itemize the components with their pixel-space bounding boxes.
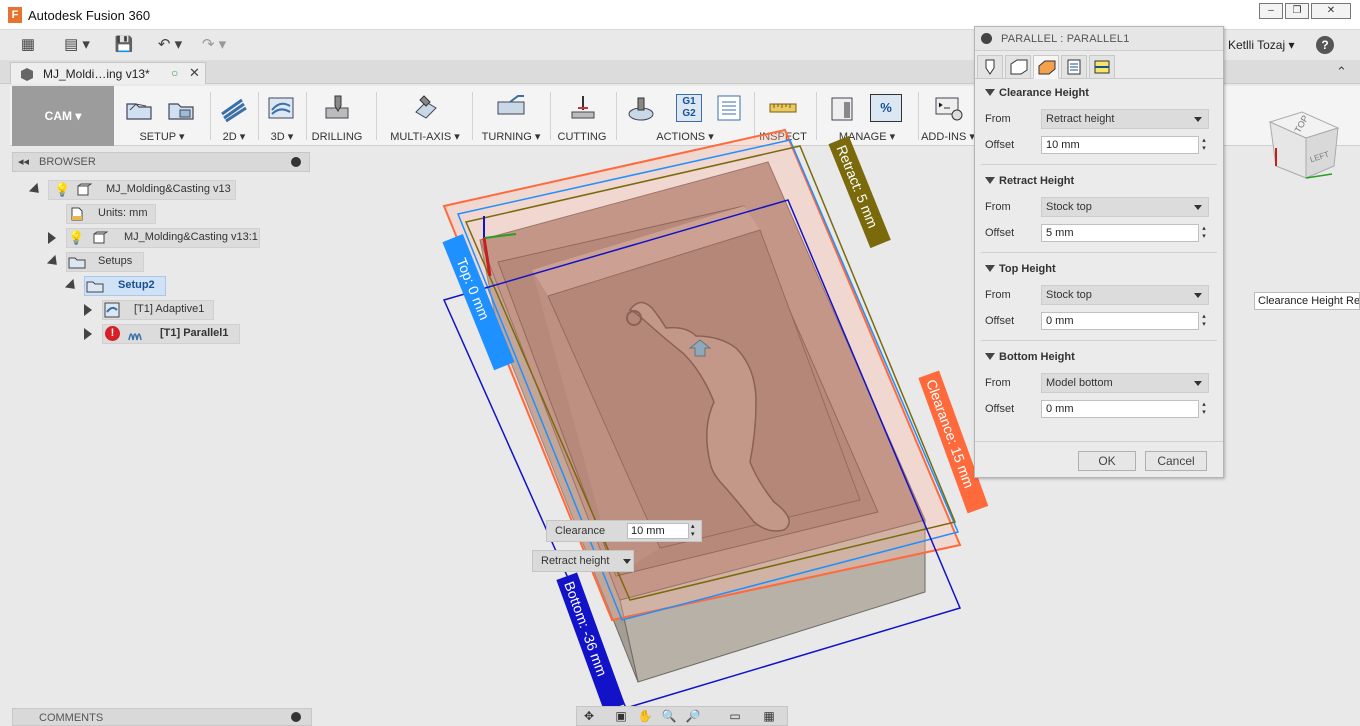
- section-collapse-icon[interactable]: [985, 353, 995, 360]
- orbit-icon[interactable]: ✥: [581, 709, 597, 723]
- bottom-from-select[interactable]: Model bottom: [1041, 373, 1209, 393]
- dialog-tabs: [975, 53, 1223, 79]
- clearance-spinner[interactable]: ▴ ▾: [691, 523, 695, 539]
- section-collapse-icon[interactable]: [985, 265, 995, 272]
- section-divider: [981, 252, 1217, 253]
- retract-floating-dropdown[interactable]: Retract height: [532, 550, 634, 572]
- retract-offset-input[interactable]: 5 mm: [1041, 224, 1199, 242]
- retract-from-select[interactable]: Stock top: [1041, 197, 1209, 217]
- clearance-plane: [442, 128, 962, 622]
- section-divider: [981, 164, 1217, 165]
- retract-offset-spinner[interactable]: ▴ ▾: [1199, 225, 1209, 243]
- passes-tab-icon: [1067, 59, 1081, 75]
- tooltip: Clearance Height Ref: [1254, 292, 1360, 310]
- clearance-value-input[interactable]: 10 mm: [627, 523, 689, 539]
- retract-floating-label: Retract height: [541, 555, 610, 567]
- tab-geometry[interactable]: [1005, 55, 1031, 79]
- top-offset-label: Offset: [985, 315, 1015, 327]
- tab-heights[interactable]: [1033, 55, 1059, 79]
- clearance-floating-input: Clearance 10 mm ▴ ▾: [546, 520, 702, 542]
- bottom-height-title[interactable]: Bottom Height: [999, 351, 1075, 363]
- retract-height-tag: Retract: 5 mm: [828, 136, 891, 249]
- fit-icon[interactable]: 🔎: [685, 709, 701, 723]
- clearance-offset-input[interactable]: 10 mm: [1041, 136, 1199, 154]
- bottom-offset-input[interactable]: 0 mm: [1041, 400, 1199, 418]
- view-cube[interactable]: TOP LEFT: [1262, 104, 1346, 188]
- clearance-height-title[interactable]: Clearance Height: [999, 87, 1089, 99]
- chevron-down-icon: [623, 559, 631, 564]
- dialog-title: PARALLEL : PARALLEL1: [1001, 33, 1130, 45]
- parallel-dialog: PARALLEL : PARALLEL1 Clearance Height Fr…: [974, 26, 1224, 478]
- clearance-floating-label: Clearance: [555, 525, 606, 537]
- top-from-label: From: [985, 289, 1011, 301]
- navigation-bar: ✥ ▣ ✋ 🔍 🔎 ▭ ▦: [576, 706, 788, 726]
- bottom-offset-label: Offset: [985, 403, 1015, 415]
- clearance-from-label: From: [985, 113, 1011, 125]
- tab-linking[interactable]: [1089, 55, 1115, 79]
- geometry-tab-icon: [1010, 59, 1028, 75]
- bottom-from-label: From: [985, 377, 1011, 389]
- dialog-collapse-icon[interactable]: [981, 33, 992, 44]
- section-divider: [981, 340, 1217, 341]
- section-collapse-icon[interactable]: [985, 177, 995, 184]
- top-offset-spinner[interactable]: ▴ ▾: [1199, 313, 1209, 331]
- retract-from-label: From: [985, 201, 1011, 213]
- tab-tool[interactable]: [977, 55, 1003, 79]
- retract-offset-label: Offset: [985, 227, 1015, 239]
- top-from-select[interactable]: Stock top: [1041, 285, 1209, 305]
- retract-height-label: Retract: 5 mm: [833, 143, 881, 230]
- top-height-title[interactable]: Top Height: [999, 263, 1056, 275]
- top-offset-input[interactable]: 0 mm: [1041, 312, 1199, 330]
- grid-settings-icon[interactable]: ▦: [761, 709, 777, 723]
- display-settings-icon[interactable]: ▭: [727, 709, 743, 723]
- footer-divider: [975, 441, 1223, 442]
- clearance-height-label: Clearance: 15 mm: [923, 377, 977, 490]
- zoom-icon[interactable]: 🔍: [661, 709, 677, 723]
- ok-button[interactable]: OK: [1078, 451, 1136, 471]
- heights-tab-icon: [1038, 60, 1056, 75]
- clearance-offset-label: Offset: [985, 139, 1015, 151]
- retract-height-title[interactable]: Retract Height: [999, 175, 1074, 187]
- bottom-offset-spinner[interactable]: ▴ ▾: [1199, 401, 1209, 419]
- pan-icon[interactable]: ✋: [637, 709, 653, 723]
- section-collapse-icon[interactable]: [985, 89, 995, 96]
- clearance-from-select[interactable]: Retract height: [1041, 109, 1209, 129]
- linking-tab-icon: [1094, 60, 1110, 74]
- dialog-header: PARALLEL : PARALLEL1: [975, 27, 1223, 51]
- cancel-button[interactable]: Cancel: [1145, 451, 1207, 471]
- tab-passes[interactable]: [1061, 55, 1087, 79]
- clearance-offset-spinner[interactable]: ▴ ▾: [1199, 137, 1209, 155]
- tool-tab-icon: [985, 59, 995, 75]
- look-at-icon[interactable]: ▣: [613, 709, 629, 723]
